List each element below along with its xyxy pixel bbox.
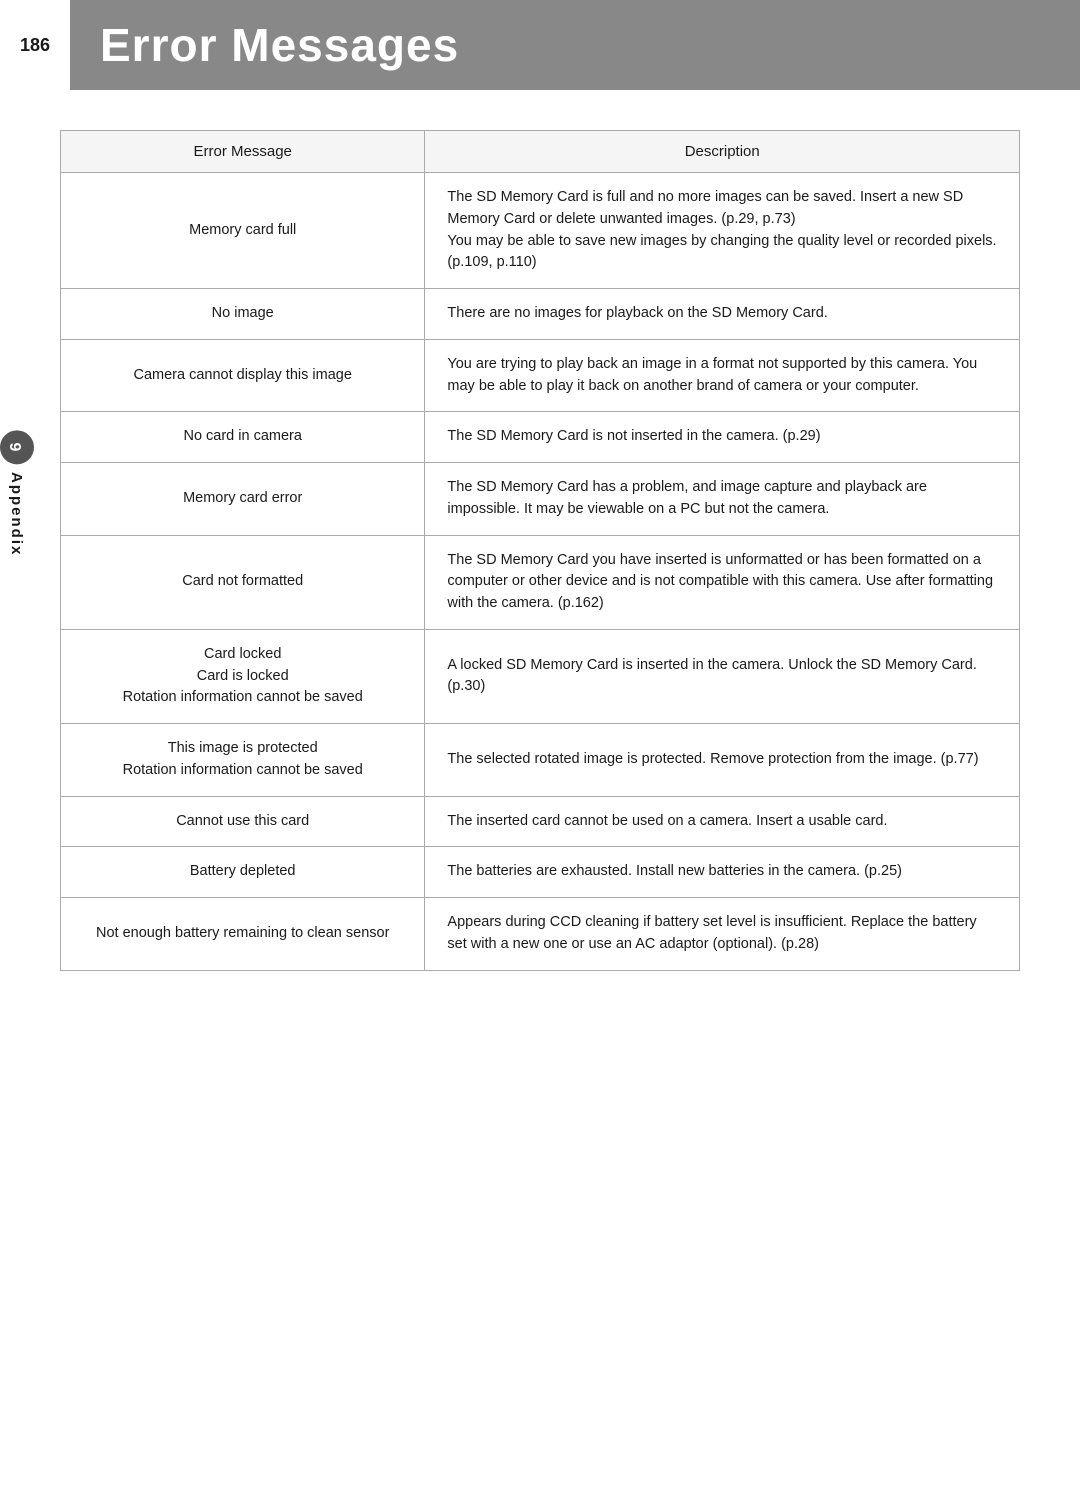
table-row: Memory card errorThe SD Memory Card has … <box>61 463 1020 536</box>
table-row: No card in cameraThe SD Memory Card is n… <box>61 412 1020 463</box>
table-header-row: Error Message Description <box>61 131 1020 173</box>
error-message-cell: No card in camera <box>61 412 425 463</box>
page-title-box: Error Messages <box>70 0 1080 90</box>
description-cell: The SD Memory Card is full and no more i… <box>425 173 1020 289</box>
error-message-cell: Memory card full <box>61 173 425 289</box>
error-message-cell: Battery depleted <box>61 847 425 898</box>
error-message-cell: Card not formatted <box>61 535 425 629</box>
error-message-cell: Card lockedCard is lockedRotation inform… <box>61 629 425 723</box>
page-title: Error Messages <box>100 18 459 72</box>
error-message-cell: Memory card error <box>61 463 425 536</box>
description-cell: Appears during CCD cleaning if battery s… <box>425 898 1020 971</box>
column-header-description: Description <box>425 131 1020 173</box>
table-row: Memory card fullThe SD Memory Card is fu… <box>61 173 1020 289</box>
error-message-cell: Not enough battery remaining to clean se… <box>61 898 425 971</box>
error-messages-table: Error Message Description Memory card fu… <box>60 130 1020 971</box>
description-cell: The inserted card cannot be used on a ca… <box>425 796 1020 847</box>
description-cell: There are no images for playback on the … <box>425 289 1020 340</box>
column-header-error: Error Message <box>61 131 425 173</box>
appendix-label: Appendix <box>9 472 26 556</box>
table-row: Card lockedCard is lockedRotation inform… <box>61 629 1020 723</box>
description-cell: The batteries are exhausted. Install new… <box>425 847 1020 898</box>
table-row: Cannot use this cardThe inserted card ca… <box>61 796 1020 847</box>
description-cell: The SD Memory Card you have inserted is … <box>425 535 1020 629</box>
table-row: Card not formattedThe SD Memory Card you… <box>61 535 1020 629</box>
chapter-number: 6 <box>0 430 34 464</box>
error-message-cell: Camera cannot display this image <box>61 339 425 412</box>
description-cell: The SD Memory Card has a problem, and im… <box>425 463 1020 536</box>
table-row: Battery depletedThe batteries are exhaus… <box>61 847 1020 898</box>
description-cell: You are trying to play back an image in … <box>425 339 1020 412</box>
table-row: This image is protectedRotation informat… <box>61 724 1020 797</box>
description-cell: The SD Memory Card is not inserted in th… <box>425 412 1020 463</box>
page-header: 186 Error Messages <box>0 0 1080 90</box>
content-area: Appendix 6 Error Message Description Mem… <box>0 130 1080 1031</box>
table-row: Not enough battery remaining to clean se… <box>61 898 1020 971</box>
table-row: Camera cannot display this imageYou are … <box>61 339 1020 412</box>
table-row: No imageThere are no images for playback… <box>61 289 1020 340</box>
error-message-cell: This image is protectedRotation informat… <box>61 724 425 797</box>
description-cell: The selected rotated image is protected.… <box>425 724 1020 797</box>
error-message-cell: No image <box>61 289 425 340</box>
description-cell: A locked SD Memory Card is inserted in t… <box>425 629 1020 723</box>
sidebar-label: Appendix 6 <box>0 430 34 556</box>
error-message-cell: Cannot use this card <box>61 796 425 847</box>
page-number: 186 <box>0 0 70 90</box>
